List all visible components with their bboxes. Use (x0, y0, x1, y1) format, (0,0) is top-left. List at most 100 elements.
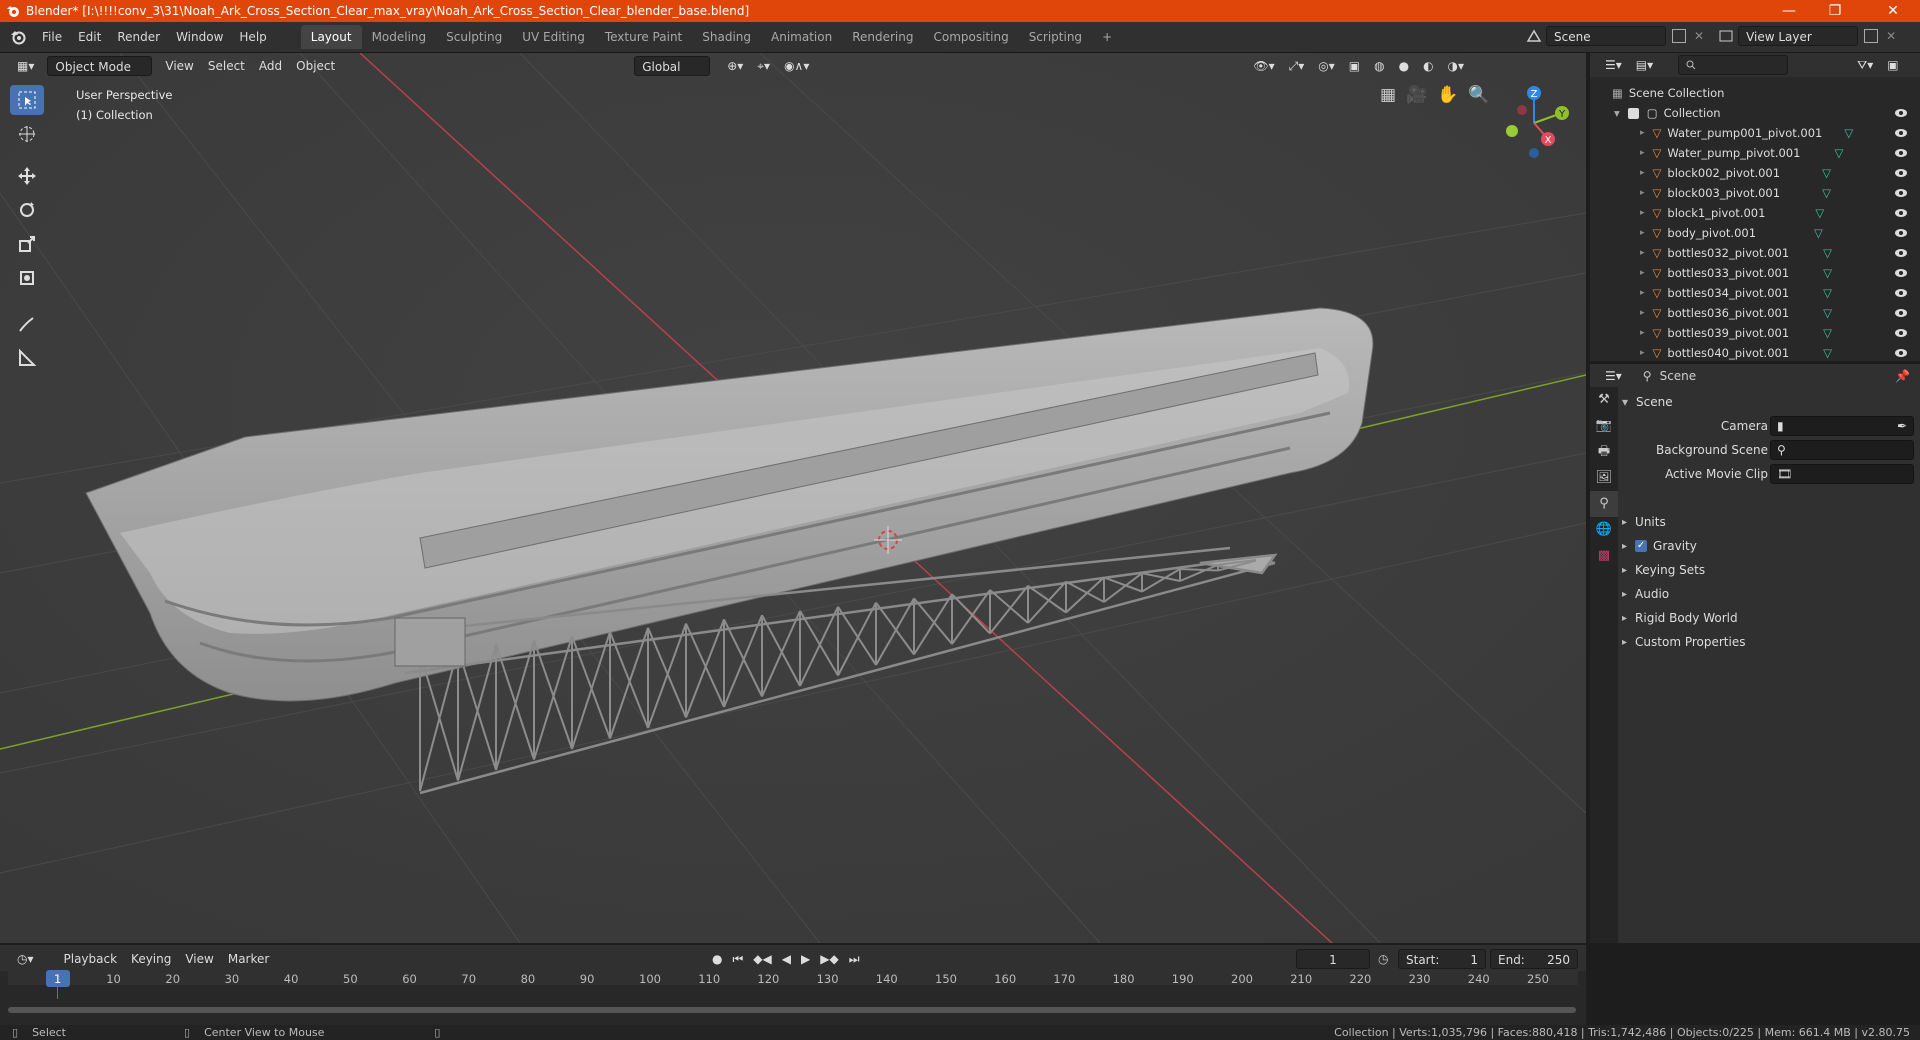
expand-arrow-icon[interactable]: ▸ (1640, 288, 1645, 298)
menu-help[interactable]: Help (231, 25, 274, 49)
new-view-layer-icon[interactable] (1864, 29, 1879, 43)
navigation-gizmo[interactable]: Z Y X (1494, 83, 1574, 163)
menu-add[interactable]: Add (252, 56, 289, 76)
toggle-perspective-icon[interactable]: ▦ (1380, 85, 1396, 105)
view-layer-selector[interactable]: View Layer (1738, 26, 1859, 46)
start-frame-field[interactable]: Start: 1 (1398, 949, 1486, 969)
mesh-data-icon[interactable]: ▽ (1834, 146, 1843, 160)
properties-section-units[interactable]: ▸ Units (1622, 511, 1918, 533)
menu-render[interactable]: Render (109, 25, 168, 49)
shading-wireframe-icon[interactable]: ◍ (1367, 56, 1391, 76)
output-tab-icon[interactable]: 🖶 (1590, 439, 1618, 465)
texture-tab-icon[interactable]: ▩ (1590, 543, 1618, 569)
mesh-data-icon[interactable]: ▽ (1823, 346, 1832, 360)
outliner-editor-icon[interactable]: ☰▾ (1598, 55, 1629, 75)
outliner-item[interactable]: ▸ ▽ block003_pivot.001 ▽ (1590, 183, 1920, 203)
menu-keying[interactable]: Keying (124, 949, 178, 969)
eye-icon[interactable] (1894, 128, 1908, 138)
remove-view-layer-icon[interactable]: ✕ (1886, 29, 1896, 43)
eye-icon[interactable] (1894, 308, 1908, 318)
outliner-item[interactable]: ▸ ▽ Water_pump_pivot.001 ▽ (1590, 143, 1920, 163)
outliner-item[interactable]: ▸ ▽ block1_pivot.001 ▽ (1590, 203, 1920, 223)
mesh-data-icon[interactable]: ▽ (1823, 306, 1832, 320)
close-button[interactable]: ✕ (1870, 0, 1916, 22)
mesh-data-icon[interactable]: ▽ (1823, 246, 1832, 260)
mesh-data-icon[interactable]: ▽ (1823, 286, 1832, 300)
end-frame-field[interactable]: End: 250 (1490, 949, 1578, 969)
scene-tab-icon[interactable]: ⚲ (1590, 491, 1618, 517)
maximize-button[interactable]: ❐ (1812, 0, 1858, 22)
shading-material-icon[interactable]: ◐ (1416, 56, 1440, 76)
expand-arrow-icon[interactable]: ▸ (1640, 128, 1645, 138)
move-tool[interactable] (10, 161, 44, 191)
gravity-checkbox[interactable]: ✓ (1635, 540, 1648, 552)
menu-edit[interactable]: Edit (70, 25, 109, 49)
transform-tool[interactable] (10, 263, 44, 293)
properties-section-audio[interactable]: ▸ Audio (1622, 583, 1918, 605)
expand-arrow-icon[interactable]: ▸ (1640, 148, 1645, 158)
eye-icon[interactable] (1894, 228, 1908, 238)
expand-arrow-icon[interactable]: ▸ (1640, 188, 1645, 198)
menu-playback[interactable]: Playback (57, 949, 125, 969)
view-layer-tab-icon[interactable]: 🖼 (1590, 465, 1618, 491)
render-tab-icon[interactable]: 📷 (1590, 413, 1618, 439)
blender-menu-icon[interactable] (10, 29, 26, 45)
tab-texture-paint[interactable]: Texture Paint (595, 25, 692, 49)
properties-section-rigid-body-world[interactable]: ▸ Rigid Body World (1622, 607, 1918, 629)
next-keyframe-icon[interactable]: ▶◆ (820, 952, 838, 967)
eyedropper-icon[interactable]: ✒ (1897, 419, 1907, 433)
eye-icon[interactable] (1894, 108, 1908, 118)
outliner-item[interactable]: ▸ ▽ bottles032_pivot.001 ▽ (1590, 243, 1920, 263)
tab-layout[interactable]: Layout (300, 25, 362, 49)
shading-solid-icon[interactable]: ● (1392, 56, 1416, 76)
expand-arrow-icon[interactable]: ▸ (1640, 248, 1645, 258)
menu-timeline-view[interactable]: View (178, 949, 220, 969)
cursor-tool[interactable] (10, 119, 44, 149)
tab-modeling[interactable]: Modeling (362, 25, 437, 49)
eye-icon[interactable] (1894, 168, 1908, 178)
play-reverse-icon[interactable]: ◀ (782, 952, 791, 967)
expand-arrow-icon[interactable]: ▸ (1640, 308, 1645, 318)
tab-uv-editing[interactable]: UV Editing (512, 25, 595, 49)
editor-type-icon[interactable]: ▦▾ (10, 56, 41, 76)
tab-scripting[interactable]: Scripting (1019, 25, 1092, 49)
expand-arrow-icon[interactable]: ▸ (1640, 328, 1645, 338)
timeline-area[interactable]: 1 10 20 30 40 50 60 70 80 90 100 110 120 130 140 150 160… (0, 970, 1586, 1025)
timeline-editor-icon[interactable]: ◷▾ (10, 949, 41, 969)
tab-shading[interactable]: Shading (692, 25, 761, 49)
camera-view-icon[interactable]: 🎥 (1406, 85, 1427, 105)
proportional-edit-icon[interactable]: ◉∧▾ (777, 56, 816, 76)
properties-section-gravity[interactable]: ▸ ✓ Gravity (1622, 535, 1918, 557)
camera-field[interactable]: ▮ ✒ (1770, 416, 1914, 436)
eye-icon[interactable] (1894, 208, 1908, 218)
properties-section-keying-sets[interactable]: ▸ Keying Sets (1622, 559, 1918, 581)
properties-editor-icon[interactable]: ☰▾ (1598, 366, 1629, 386)
eye-icon[interactable] (1894, 348, 1908, 358)
expand-arrow-icon[interactable]: ▸ (1640, 208, 1645, 218)
scene-panel-header[interactable]: ▾ Scene (1622, 391, 1918, 413)
outliner-item[interactable]: ▸ ▽ bottles034_pivot.001 ▽ (1590, 283, 1920, 303)
eye-icon[interactable] (1894, 188, 1908, 198)
scene-selector[interactable]: Scene (1546, 26, 1666, 46)
3d-viewport[interactable]: ▦▾ Object Mode View Select Add Object Gl… (0, 53, 1586, 943)
jump-start-icon[interactable]: ⏮ (732, 952, 743, 967)
menu-view[interactable]: View (158, 56, 200, 76)
minimize-button[interactable]: — (1766, 0, 1812, 22)
outliner-collection[interactable]: ▾ ▢ Collection (1590, 103, 1920, 123)
record-icon[interactable]: ● (712, 952, 722, 967)
scale-tool[interactable] (10, 229, 44, 259)
mesh-data-icon[interactable]: ▽ (1823, 326, 1832, 340)
mode-selector[interactable]: Object Mode (47, 56, 153, 76)
outliner-scene-collection[interactable]: ▦ Scene Collection (1590, 83, 1920, 103)
new-scene-icon[interactable] (1672, 29, 1686, 43)
eye-icon[interactable] (1894, 328, 1908, 338)
outliner-item[interactable]: ▸ ▽ bottles033_pivot.001 ▽ (1590, 263, 1920, 283)
snap-icon[interactable]: ⌖▾ (750, 56, 777, 76)
remove-scene-icon[interactable]: ✕ (1694, 29, 1704, 43)
background-scene-field[interactable]: ⚲ (1770, 440, 1914, 460)
jump-end-icon[interactable]: ⏭ (849, 952, 860, 967)
prev-keyframe-icon[interactable]: ◆◀ (753, 952, 771, 967)
timeline-scrollbar[interactable] (8, 1007, 1576, 1013)
properties-section-custom-properties[interactable]: ▸ Custom Properties (1622, 631, 1918, 653)
eye-icon[interactable] (1894, 248, 1908, 258)
